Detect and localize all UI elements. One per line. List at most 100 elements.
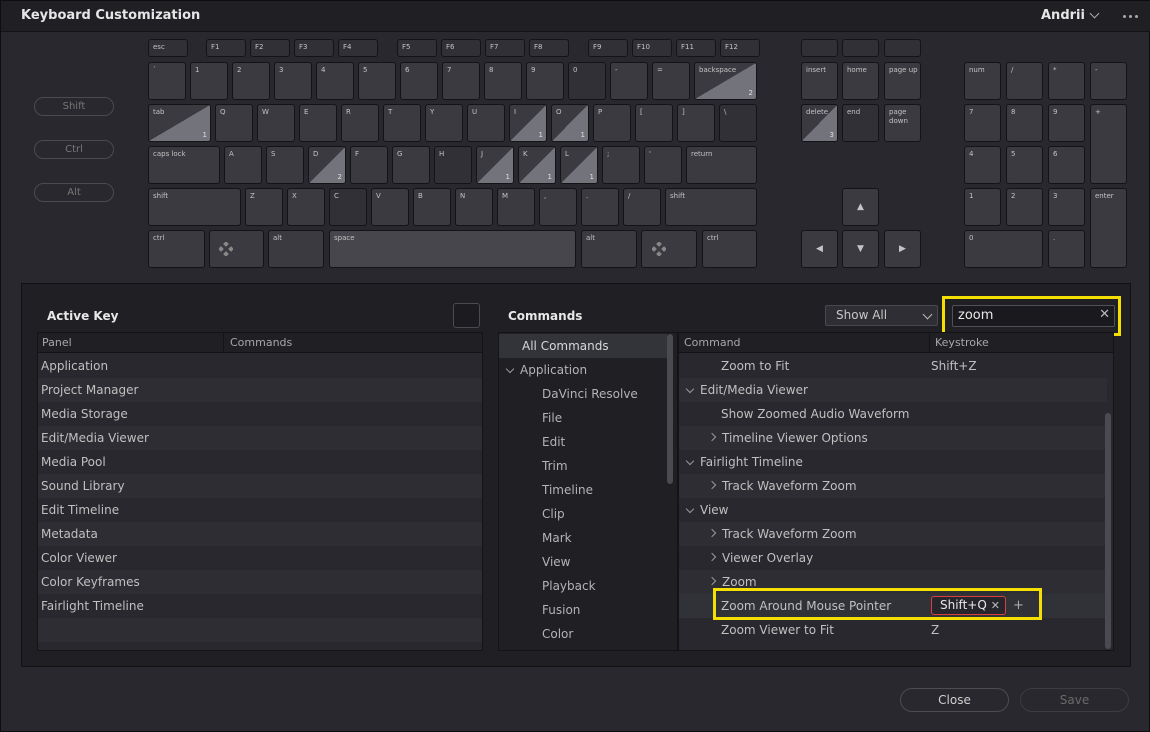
key-numpad-5[interactable]: 5 <box>1006 146 1043 184</box>
key-numpad-enter[interactable]: enter <box>1090 188 1127 268</box>
key-num-lock[interactable]: num <box>964 62 1001 100</box>
key-comma[interactable]: , <box>539 188 577 226</box>
key-left-meta[interactable] <box>209 230 264 268</box>
category-playback[interactable]: Playback <box>499 574 596 598</box>
key-f10[interactable]: F10 <box>632 39 672 57</box>
key-right-ctrl[interactable]: ctrl <box>702 230 757 268</box>
command-group-fairlight-timeline[interactable]: Fairlight Timeline <box>679 450 1107 474</box>
key-y[interactable]: Y <box>425 104 463 142</box>
key-backtick[interactable]: ` <box>148 62 186 100</box>
key-right-alt[interactable]: alt <box>581 230 637 268</box>
key-f5[interactable]: F5 <box>397 39 437 57</box>
key-numpad-9[interactable]: 9 <box>1048 104 1085 142</box>
more-options-icon[interactable] <box>1123 15 1141 19</box>
category-view[interactable]: View <box>499 550 570 574</box>
key-f7[interactable]: F7 <box>485 39 525 57</box>
key-m[interactable]: M <box>497 188 535 226</box>
key-pause[interactable] <box>884 39 921 57</box>
key-slash[interactable]: / <box>623 188 661 226</box>
key-1[interactable]: 1 <box>190 62 228 100</box>
key-i[interactable]: I1 <box>509 104 547 142</box>
category-trim[interactable]: Trim <box>499 454 568 478</box>
key-n[interactable]: N <box>455 188 493 226</box>
key-t[interactable]: T <box>383 104 421 142</box>
key-s[interactable]: S <box>266 146 304 184</box>
panel-row[interactable]: Sound Library <box>38 474 482 498</box>
panel-row[interactable]: Project Manager <box>38 378 482 402</box>
key-numpad-4[interactable]: 4 <box>964 146 1001 184</box>
key-5[interactable]: 5 <box>358 62 396 100</box>
keystroke-column-header[interactable]: Keystroke <box>935 336 989 349</box>
commands-scrollbar[interactable] <box>1105 413 1111 649</box>
ctrl-modifier-button[interactable]: Ctrl <box>34 140 114 159</box>
key-p[interactable]: P <box>593 104 631 142</box>
key-arrow-down[interactable]: ▼ <box>842 230 879 268</box>
panel-row[interactable]: Media Pool <box>38 450 482 474</box>
category-color[interactable]: Color <box>499 622 573 646</box>
key-f3[interactable]: F3 <box>294 39 334 57</box>
key-numpad-2[interactable]: 2 <box>1006 188 1043 226</box>
key-print-screen[interactable] <box>801 39 838 57</box>
key-j[interactable]: J1 <box>476 146 514 184</box>
category-fusion[interactable]: Fusion <box>499 598 580 622</box>
key-z[interactable]: Z <box>245 188 283 226</box>
key-numpad-0[interactable]: 0 <box>964 230 1043 268</box>
key-left-alt[interactable]: alt <box>268 230 324 268</box>
key-3[interactable]: 3 <box>274 62 312 100</box>
panel-row[interactable]: Edit Timeline <box>38 498 482 522</box>
key-f11[interactable]: F11 <box>676 39 716 57</box>
key-8[interactable]: 8 <box>484 62 522 100</box>
key-quote[interactable]: ' <box>644 146 682 184</box>
key-x[interactable]: X <box>287 188 325 226</box>
key-d[interactable]: D2 <box>308 146 346 184</box>
key-space[interactable]: space <box>329 230 576 268</box>
key-g[interactable]: G <box>392 146 430 184</box>
key-7[interactable]: 7 <box>442 62 480 100</box>
category-all-commands[interactable]: All Commands <box>499 334 667 358</box>
key-f9[interactable]: F9 <box>588 39 628 57</box>
user-menu[interactable]: Andrii <box>1041 8 1085 23</box>
category-edit[interactable]: Edit <box>499 430 565 454</box>
key-4[interactable]: 4 <box>316 62 354 100</box>
key-insert[interactable]: insert <box>801 62 838 100</box>
key-numpad-plus[interactable]: + <box>1090 104 1127 184</box>
key-period[interactable]: . <box>581 188 619 226</box>
key-arrow-right[interactable]: ▶ <box>884 230 921 268</box>
key-numpad-divide[interactable]: / <box>1006 62 1043 100</box>
panel-row[interactable]: Color Viewer <box>38 546 482 570</box>
key-page-up[interactable]: page up <box>884 62 921 100</box>
key-backslash[interactable]: \ <box>719 104 757 142</box>
command-row-zoom-viewer-to-fit[interactable]: Zoom Viewer to Fit Z <box>679 618 1107 642</box>
key-h[interactable]: H <box>434 146 472 184</box>
key-right-bracket[interactable]: ] <box>677 104 715 142</box>
key-w[interactable]: W <box>257 104 295 142</box>
key-scroll-lock[interactable] <box>842 39 879 57</box>
key-f[interactable]: F <box>350 146 388 184</box>
command-group-track-waveform-zoom[interactable]: Track Waveform Zoom <box>679 474 1107 498</box>
category-scrollbar[interactable] <box>667 334 673 484</box>
key-left-shift[interactable]: shift <box>148 188 241 226</box>
key-tab[interactable]: tab 1 <box>148 104 211 142</box>
key-numpad-8[interactable]: 8 <box>1006 104 1043 142</box>
shift-modifier-button[interactable]: Shift <box>34 97 114 116</box>
key-k[interactable]: K1 <box>518 146 556 184</box>
command-group-track-waveform-zoom[interactable]: Track Waveform Zoom <box>679 522 1107 546</box>
key-c[interactable]: C <box>329 188 367 226</box>
key-numpad-decimal[interactable]: . <box>1048 230 1085 268</box>
key-u[interactable]: U <box>467 104 505 142</box>
active-key-indicator-button[interactable] <box>453 303 480 328</box>
command-group-view[interactable]: View <box>679 498 1107 522</box>
key-delete[interactable]: delete 3 <box>801 104 838 142</box>
key-right-shift[interactable]: shift <box>665 188 757 226</box>
key-numpad-3[interactable]: 3 <box>1048 188 1085 226</box>
panel-row[interactable]: Metadata <box>38 522 482 546</box>
command-group-timeline-viewer-options[interactable]: Timeline Viewer Options <box>679 426 1107 450</box>
key-left-bracket[interactable]: [ <box>635 104 673 142</box>
key-esc[interactable]: esc <box>148 39 188 57</box>
key-equals[interactable]: = <box>652 62 690 100</box>
alt-modifier-button[interactable]: Alt <box>34 183 114 202</box>
key-f12[interactable]: F12 <box>720 39 760 57</box>
key-numpad-multiply[interactable]: * <box>1048 62 1085 100</box>
key-semicolon[interactable]: ; <box>602 146 640 184</box>
category-davinci-resolve[interactable]: DaVinci Resolve <box>499 382 638 406</box>
